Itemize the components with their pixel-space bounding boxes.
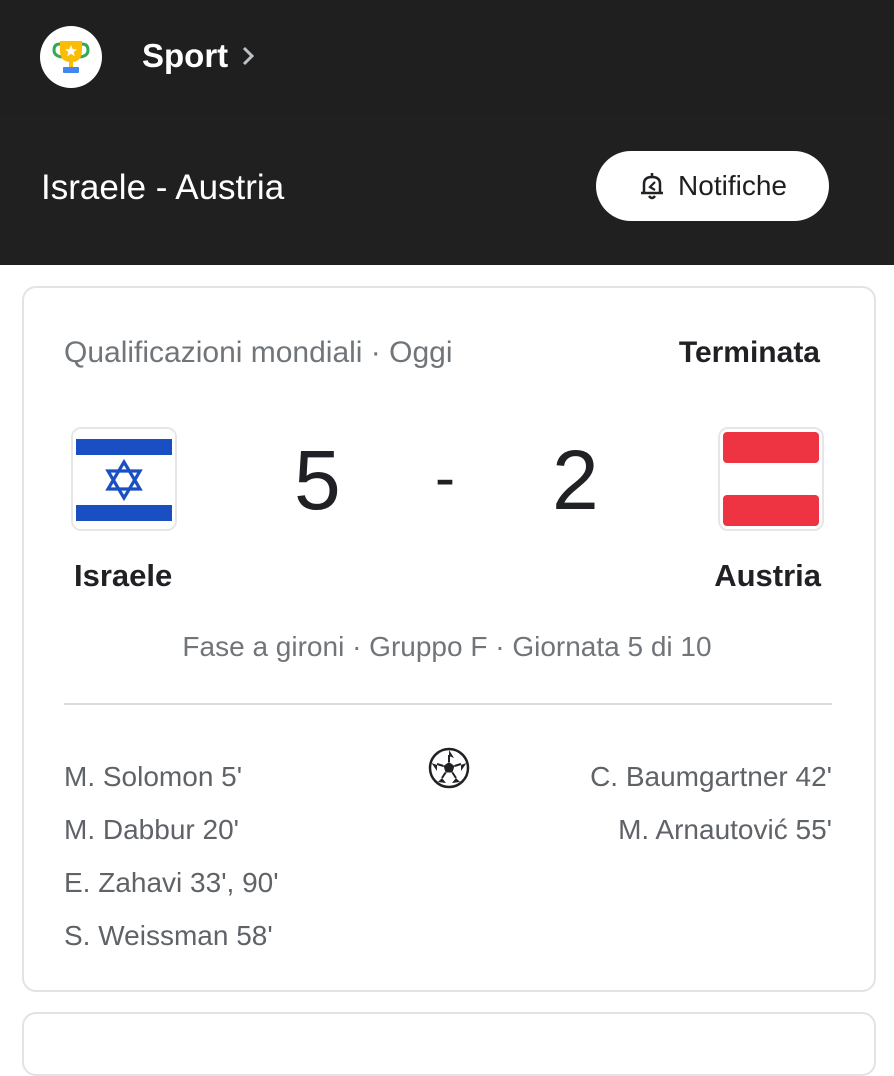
trophy-icon[interactable]: [40, 26, 102, 88]
away-scorer: C. Baumgartner 42': [590, 761, 832, 792]
match-status: Terminata: [678, 336, 820, 369]
away-scorers-list: C. Baumgartner 42' M. Arnautović 55': [590, 750, 832, 856]
away-scorer: M. Arnautović 55': [618, 814, 832, 845]
home-scorer: M. Solomon 5': [64, 761, 243, 792]
away-team-name[interactable]: Austria: [714, 556, 821, 596]
notifications-button[interactable]: Notifiche: [596, 151, 829, 221]
home-scorer: E. Zahavi 33', 90': [64, 867, 279, 898]
sport-label: Sport: [142, 37, 229, 74]
next-card: [22, 1012, 876, 1076]
home-score: 5: [294, 433, 341, 527]
home-scorer: M. Dabbur 20': [64, 814, 239, 845]
home-scorer: S. Weissman 58': [64, 920, 273, 951]
score-separator: -: [435, 444, 455, 511]
israel-flag-icon[interactable]: [71, 427, 177, 531]
bell-icon: [638, 171, 666, 201]
sport-breadcrumb-link[interactable]: Sport: [142, 36, 255, 76]
chevron-right-icon: [242, 46, 255, 66]
round-info: Fase a gironi · Gruppo F · Giornata 5 di…: [182, 631, 712, 662]
home-team-name[interactable]: Israele: [74, 556, 172, 596]
page-title: Israele - Austria: [41, 168, 285, 207]
notifications-label: Notifiche: [678, 170, 787, 201]
home-scorers-list: M. Solomon 5' M. Dabbur 20' E. Zahavi 33…: [64, 750, 279, 962]
soccer-ball-icon: [428, 747, 470, 794]
away-score: 2: [552, 433, 599, 527]
competition-label: Qualificazioni mondiali · Oggi: [64, 336, 453, 369]
austria-flag-icon[interactable]: [718, 427, 824, 531]
top-bar: Sport: [0, 0, 894, 116]
divider: [64, 703, 832, 705]
